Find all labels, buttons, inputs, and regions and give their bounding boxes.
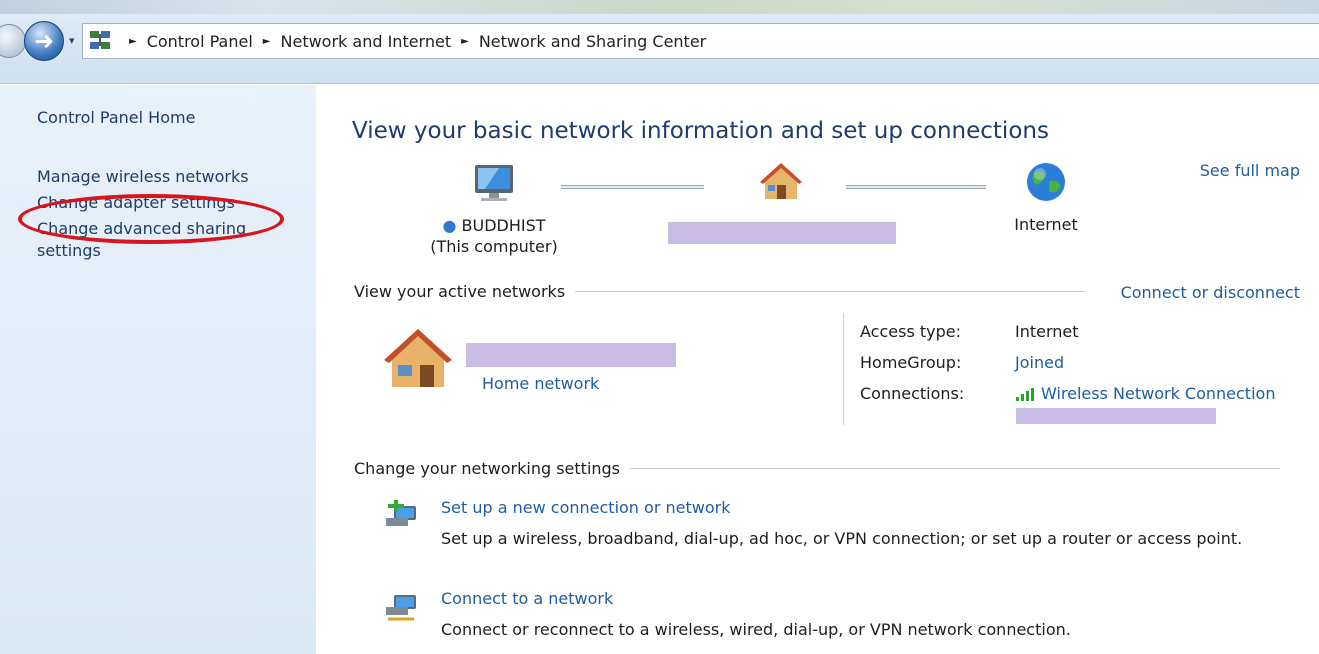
- wireless-connection-label: Wireless Network Connection: [1041, 384, 1276, 403]
- setup-connection-link[interactable]: Set up a new connection or network: [441, 498, 730, 517]
- redacted-network-name: [668, 222, 896, 244]
- section-divider: [630, 468, 1281, 469]
- control-panel-home-link[interactable]: Control Panel Home: [37, 107, 287, 129]
- connect-or-disconnect-link[interactable]: Connect or disconnect: [1121, 283, 1300, 302]
- property-row: Connections: Wireless Network Connection: [860, 378, 1275, 409]
- setup-connection-description: Set up a wireless, broadband, dial-up, a…: [441, 529, 1243, 548]
- house-icon: [666, 161, 896, 206]
- change-adapter-settings-link[interactable]: Change adapter settings: [37, 192, 287, 214]
- see-full-map-link[interactable]: See full map: [1200, 161, 1300, 180]
- connect-to-network-description: Connect or reconnect to a wireless, wire…: [441, 620, 1071, 639]
- map-node-computer: ● BUDDHIST (This computer): [409, 162, 579, 257]
- breadcrumb-separator-icon[interactable]: ►: [263, 36, 271, 47]
- breadcrumb-separator-icon[interactable]: ►: [461, 36, 469, 47]
- breadcrumb-network-and-internet[interactable]: Network and Internet: [281, 32, 452, 51]
- computer-name: BUDDHIST: [461, 216, 546, 235]
- active-networks-heading: View your active networks: [354, 282, 1086, 301]
- redacted-network-name: [466, 343, 676, 367]
- globe-icon: [996, 161, 1096, 208]
- map-node-internet[interactable]: Internet: [996, 161, 1096, 235]
- manage-wireless-networks-link[interactable]: Manage wireless networks: [37, 166, 287, 188]
- breadcrumb-network-and-sharing-center[interactable]: Network and Sharing Center: [479, 32, 706, 51]
- main-content: View your basic network information and …: [316, 85, 1319, 654]
- property-value: Internet: [1015, 322, 1079, 341]
- address-bar[interactable]: ► Control Panel ► Network and Internet ►…: [82, 23, 1319, 59]
- connect-network-icon: [384, 589, 420, 625]
- active-networks-heading-text: View your active networks: [354, 282, 566, 301]
- wifi-signal-icon: [1015, 385, 1039, 401]
- computer-subtitle: (This computer): [430, 237, 558, 256]
- arrow-right-icon: ➜: [33, 27, 55, 55]
- change-advanced-sharing-settings-link[interactable]: Change advanced sharing settings: [37, 218, 287, 262]
- homegroup-globe-icon: ●: [442, 216, 457, 235]
- breadcrumb-separator-icon: ►: [129, 35, 137, 47]
- home-network-icon[interactable]: [382, 325, 454, 393]
- recent-pages-dropdown[interactable]: ▾: [69, 34, 75, 47]
- wireless-connection-link[interactable]: Wireless Network Connection: [1015, 378, 1275, 409]
- property-row: HomeGroup: Joined: [860, 347, 1275, 378]
- tasks-pane: Control Panel Home Manage wireless netwo…: [0, 85, 316, 654]
- section-divider: [575, 291, 1086, 292]
- network-properties: Access type: Internet HomeGroup: Joined …: [860, 316, 1275, 409]
- networking-settings-heading: Change your networking settings: [354, 459, 1281, 478]
- connect-to-network-link[interactable]: Connect to a network: [441, 589, 613, 608]
- networking-settings-heading-text: Change your networking settings: [354, 459, 621, 478]
- property-row: Access type: Internet: [860, 316, 1275, 347]
- control-panel-network-icon: [89, 30, 111, 52]
- page-title: View your basic network information and …: [352, 118, 1049, 144]
- property-key: Access type:: [860, 322, 961, 341]
- computer-monitor-icon: [409, 162, 579, 209]
- address-toolbar: ➜ ▾ ► Control Panel ► Network and Intern…: [0, 0, 1319, 84]
- network-location-link[interactable]: Home network: [482, 374, 599, 393]
- vertical-divider: [843, 313, 844, 425]
- internet-label: Internet: [1014, 215, 1078, 234]
- map-connector-line: [846, 185, 986, 189]
- property-key: Connections:: [860, 384, 965, 403]
- back-button[interactable]: [0, 24, 26, 58]
- property-key: HomeGroup:: [860, 353, 962, 372]
- redacted-connection-ssid: [1016, 408, 1216, 424]
- new-connection-icon: [384, 498, 420, 534]
- forward-button[interactable]: ➜: [24, 21, 64, 61]
- homegroup-joined-link[interactable]: Joined: [1015, 347, 1064, 378]
- breadcrumb-control-panel[interactable]: Control Panel: [147, 32, 253, 51]
- title-glare: [0, 0, 1319, 14]
